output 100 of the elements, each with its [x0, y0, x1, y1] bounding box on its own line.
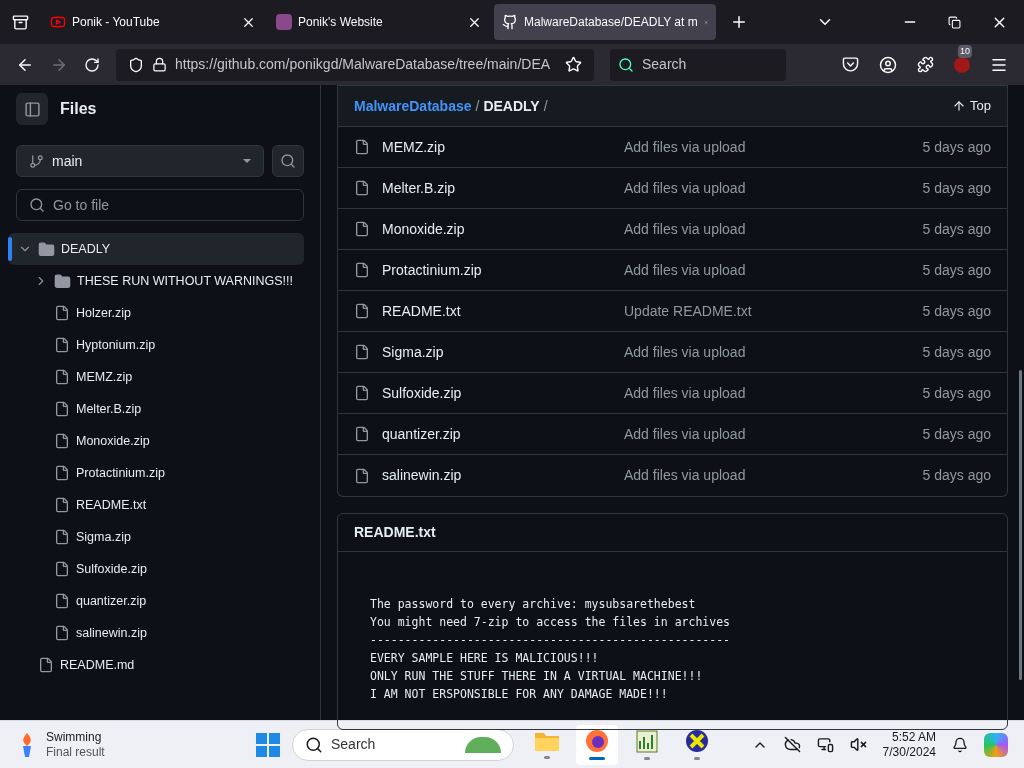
- file-icon: [354, 344, 370, 360]
- commit-time: 5 days ago: [922, 301, 991, 321]
- file-icon: [54, 433, 70, 449]
- puzzle-icon[interactable]: [917, 56, 934, 73]
- file-row[interactable]: quantizer.zip Add files via upload 5 days ago: [338, 414, 1007, 455]
- file-row[interactable]: Melter.B.zip Add files via upload 5 days ago: [338, 168, 1007, 209]
- commit-time: 5 days ago: [922, 219, 991, 239]
- account-icon[interactable]: [879, 55, 897, 74]
- file-icon: [54, 305, 70, 321]
- folder-icon: [534, 730, 560, 752]
- shield-icon: [128, 56, 144, 73]
- file-row[interactable]: README.txt Update README.txt 5 days ago: [338, 291, 1007, 332]
- clock-time[interactable]: 5:52 AM: [891, 729, 936, 745]
- browser-tab[interactable]: MalwareDatabase/DEADLY at m: [494, 4, 716, 40]
- chart-notepad-icon: [636, 729, 658, 753]
- commit-message-link[interactable]: Update README.txt: [624, 300, 752, 322]
- bell-icon[interactable]: [952, 736, 968, 753]
- search-icon: [618, 56, 634, 73]
- breadcrumb-separator: /: [543, 96, 548, 116]
- cloud-off-icon[interactable]: [783, 736, 801, 753]
- file-tree-item[interactable]: README.md: [8, 649, 304, 681]
- commit-message-link[interactable]: Add files via upload: [624, 465, 746, 486]
- file-name-link[interactable]: Protactinium.zip: [382, 259, 624, 281]
- file-tree-item[interactable]: Melter.B.zip: [8, 393, 304, 425]
- weather-subtitle[interactable]: Final result: [46, 744, 105, 760]
- file-icon: [54, 529, 70, 545]
- filter-field[interactable]: Go to file: [16, 189, 304, 221]
- hills-doodle-icon: [465, 736, 501, 753]
- folder-tree-item[interactable]: DEADLY: [8, 233, 304, 265]
- file-name-link[interactable]: Sigma.zip: [382, 341, 624, 363]
- file-tree-item[interactable]: README.txt: [8, 489, 304, 521]
- pocket-icon[interactable]: [842, 56, 859, 73]
- panel-toggle-button[interactable]: [16, 93, 48, 125]
- sidebar-title: Files: [60, 99, 97, 119]
- file-icon: [354, 139, 370, 155]
- readme-text: The password to every archive: mysubsarethebest You might need 7-zip to access the files in archives ---------------------------------------------------- EVERY SAMPLE HERE IS MALICIOUS!!! ONLY RUN THE STUFF THERE IN A VIRTUAL MACHINE!!! I AM NOT ERSPONSIBLE FOR ANY DAMAGE MADE!!!: [369, 596, 732, 703]
- clock-date[interactable]: 7/30/2024: [882, 744, 936, 760]
- commit-message-link[interactable]: Add files via upload: [624, 423, 746, 445]
- readme-title: README.txt: [354, 523, 436, 542]
- file-name-link[interactable]: quantizer.zip: [382, 423, 624, 445]
- file-row[interactable]: Monoxide.zip Add files via upload 5 days ago: [338, 209, 1007, 250]
- start-logo-icon[interactable]: [256, 732, 280, 757]
- file-icon: [354, 467, 370, 484]
- reload-icon[interactable]: [84, 56, 100, 73]
- commit-message-link[interactable]: Add files via upload: [624, 382, 746, 404]
- commit-message-link[interactable]: Add files via upload: [624, 136, 746, 158]
- search-field[interactable]: Search: [610, 48, 786, 81]
- commit-message-link[interactable]: Add files via upload: [624, 177, 746, 199]
- branch-selector[interactable]: main: [16, 145, 264, 177]
- file-row[interactable]: Protactinium.zip Add files via upload 5 days ago: [338, 250, 1007, 291]
- breadcrumb-separator: /: [475, 96, 480, 116]
- file-name-link[interactable]: salinewin.zip: [382, 465, 624, 486]
- file-icon: [54, 401, 70, 417]
- copilot-icon[interactable]: [984, 732, 1008, 757]
- cat-logo-icon: [502, 14, 518, 30]
- commit-message-link[interactable]: Add files via upload: [624, 259, 746, 281]
- file-name-link[interactable]: README.txt: [382, 300, 624, 322]
- bookmark-star-icon[interactable]: [565, 56, 582, 73]
- taskbar-app[interactable]: [576, 724, 618, 765]
- file-name-link[interactable]: Melter.B.zip: [382, 177, 624, 199]
- weather-title[interactable]: Swimming: [46, 729, 105, 745]
- file-tree-item[interactable]: MEMZ.zip: [8, 361, 304, 393]
- search-button[interactable]: [272, 145, 304, 177]
- panel-icon: [23, 100, 41, 118]
- top-button[interactable]: Top: [952, 96, 991, 116]
- commit-message-link[interactable]: Add files via upload: [624, 218, 746, 240]
- new-tab-icon[interactable]: [730, 13, 748, 31]
- file-tree-item[interactable]: Monoxide.zip: [8, 425, 304, 457]
- speaker-muted-icon[interactable]: [849, 736, 867, 753]
- x-circle-icon: [685, 729, 709, 753]
- extension-badge: 10: [958, 44, 972, 58]
- file-tree-item[interactable]: quantizer.zip: [8, 585, 304, 617]
- file-row[interactable]: salinewin.zip Add files via upload 5 days ago: [338, 455, 1007, 496]
- folder-tree-item[interactable]: THESE RUN WITHOUT WARNINGS!!!: [8, 265, 304, 297]
- file-tree-item[interactable]: salinewin.zip: [8, 617, 304, 649]
- file-row[interactable]: Sigma.zip Add files via upload 5 days ago: [338, 332, 1007, 373]
- file-icon: [38, 657, 54, 673]
- file-tree-item[interactable]: Protactinium.zip: [8, 457, 304, 489]
- file-name-link[interactable]: Monoxide.zip: [382, 218, 624, 240]
- file-name-link[interactable]: MEMZ.zip: [382, 136, 624, 158]
- restore-icon[interactable]: [948, 15, 961, 29]
- browser-tab[interactable]: Ponik's Website: [268, 4, 490, 40]
- monitor-icon[interactable]: [816, 736, 834, 753]
- file-row[interactable]: MEMZ.zip Add files via upload 5 days ago: [338, 127, 1007, 168]
- search-icon: [280, 153, 296, 169]
- commit-message-link[interactable]: Add files via upload: [624, 341, 746, 363]
- address-bar[interactable]: https://github.com/ponikgd/MalwareDatabase/tree/main/DEA: [116, 48, 594, 81]
- file-tree-item[interactable]: Sigma.zip: [8, 521, 304, 553]
- file-tree-item[interactable]: Hyptonium.zip: [8, 329, 304, 361]
- file-tree-item[interactable]: Sulfoxide.zip: [8, 553, 304, 585]
- file-row[interactable]: Sulfoxide.zip Add files via upload 5 days ago: [338, 373, 1007, 414]
- file-name-link[interactable]: Sulfoxide.zip: [382, 382, 624, 404]
- file-tree-item[interactable]: Holzer.zip: [8, 297, 304, 329]
- file-icon: [354, 180, 370, 196]
- breadcrumb-link[interactable]: MalwareDatabase: [354, 95, 472, 117]
- folder-icon: [54, 272, 71, 290]
- commit-time: 5 days ago: [922, 260, 991, 280]
- taskbar-search[interactable]: Search: [292, 728, 514, 761]
- browser-tab[interactable]: Ponik - YouTube: [42, 4, 264, 40]
- tab-list-icon[interactable]: [11, 13, 29, 31]
